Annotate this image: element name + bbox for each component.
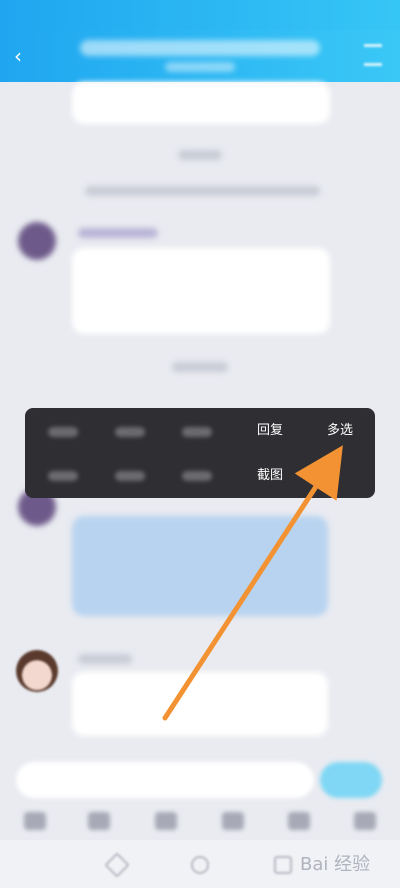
annotation-arrow bbox=[162, 445, 343, 721]
